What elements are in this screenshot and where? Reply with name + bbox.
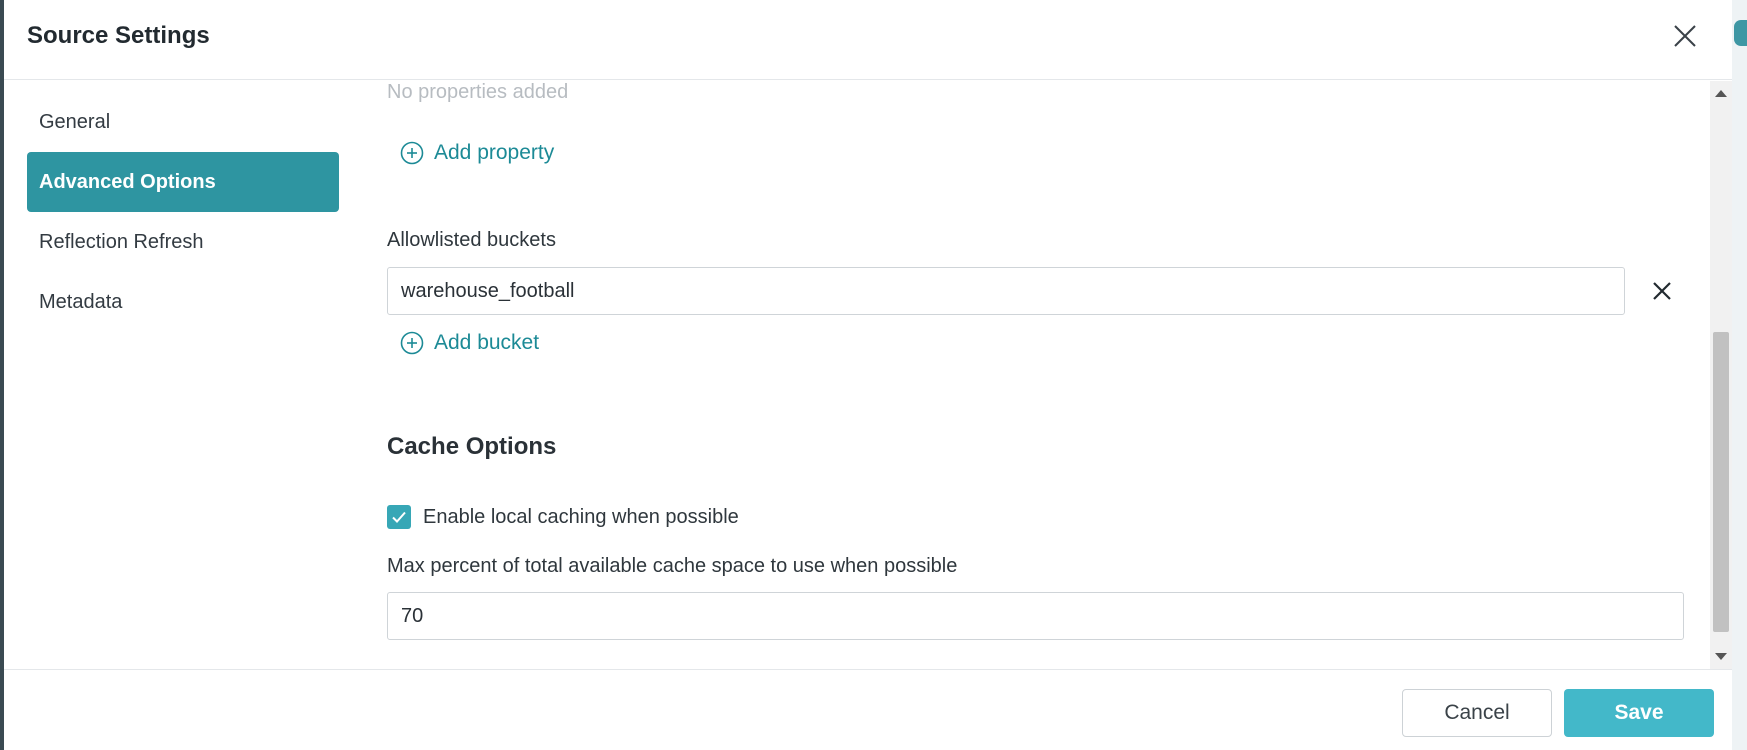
- scroll-up-arrow-icon[interactable]: [1715, 90, 1727, 97]
- bucket-input[interactable]: warehouse_football: [387, 267, 1625, 315]
- remove-bucket-icon[interactable]: [1649, 278, 1675, 304]
- add-property-label: Add property: [434, 141, 555, 164]
- save-button[interactable]: Save: [1564, 689, 1714, 737]
- background-strip: [1732, 0, 1747, 750]
- plus-circle-icon: [400, 141, 424, 165]
- cancel-button[interactable]: Cancel: [1402, 689, 1552, 737]
- dialog-title: Source Settings: [27, 22, 210, 49]
- background-element: [1734, 20, 1747, 46]
- cache-options-title: Cache Options: [387, 433, 557, 460]
- content-scrollbar[interactable]: [1710, 81, 1732, 669]
- enable-caching-row[interactable]: Enable local caching when possible: [387, 505, 739, 529]
- add-bucket-label: Add bucket: [434, 331, 540, 354]
- scroll-thumb[interactable]: [1713, 332, 1729, 632]
- max-percent-label: Max percent of total available cache spa…: [387, 555, 958, 577]
- source-settings-dialog: Source Settings General Advanced Options…: [4, 0, 1732, 750]
- close-icon[interactable]: [1669, 20, 1701, 52]
- add-property-button[interactable]: Add property: [400, 141, 554, 165]
- dialog-footer: Cancel Save: [4, 669, 1732, 750]
- plus-circle-icon: [400, 331, 424, 355]
- settings-content: No properties added Add property Allowli…: [4, 81, 1732, 669]
- allowlisted-buckets-label: Allowlisted buckets: [387, 229, 556, 251]
- max-percent-input[interactable]: 70: [387, 592, 1684, 640]
- dialog-header: Source Settings: [4, 0, 1732, 80]
- checkmark-icon: [392, 511, 406, 523]
- no-properties-text: No properties added: [387, 81, 569, 103]
- scroll-down-arrow-icon[interactable]: [1715, 653, 1727, 660]
- add-bucket-button[interactable]: Add bucket: [400, 331, 539, 355]
- enable-caching-label: Enable local caching when possible: [423, 505, 739, 528]
- enable-caching-checkbox[interactable]: [387, 505, 411, 529]
